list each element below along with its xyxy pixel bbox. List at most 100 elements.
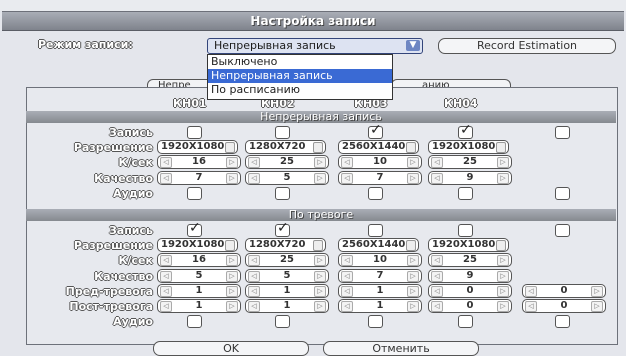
arrow-left-icon[interactable]: ◁ bbox=[160, 285, 172, 297]
section2-audio-checkbox[interactable] bbox=[368, 315, 383, 329]
arrow-left-icon[interactable]: ◁ bbox=[341, 285, 353, 297]
arrow-left-icon[interactable]: ◁ bbox=[431, 301, 443, 312]
arrow-left-icon[interactable]: ◁ bbox=[160, 255, 172, 267]
dropdown-option-off[interactable]: Выключено bbox=[208, 55, 392, 69]
section1-record-all-checkbox[interactable] bbox=[555, 126, 570, 139]
chevron-down-icon[interactable] bbox=[406, 142, 416, 154]
section2-fps-spinner[interactable]: ◁ 16 ▷ bbox=[157, 253, 241, 268]
arrow-right-icon[interactable]: ▷ bbox=[314, 255, 326, 267]
arrow-left-icon[interactable]: ◁ bbox=[248, 301, 260, 312]
arrow-right-icon[interactable]: ▷ bbox=[314, 172, 326, 184]
section2-fps-spinner[interactable]: ◁ 25 ▷ bbox=[428, 253, 512, 268]
arrow-left-icon[interactable]: ◁ bbox=[248, 255, 260, 267]
section1-quality-spinner[interactable]: ◁ 7 ▷ bbox=[157, 170, 241, 185]
arrow-right-icon[interactable]: ▷ bbox=[497, 301, 509, 312]
arrow-right-icon[interactable]: ▷ bbox=[314, 270, 326, 282]
chevron-down-icon[interactable] bbox=[225, 142, 235, 154]
section1-record-checkbox[interactable] bbox=[458, 122, 473, 139]
arrow-left-icon[interactable]: ◁ bbox=[248, 157, 260, 169]
arrow-left-icon[interactable]: ◁ bbox=[248, 270, 260, 282]
section2-quality-spinner[interactable]: ◁ 7 ▷ bbox=[338, 268, 422, 283]
arrow-right-icon[interactable]: ▷ bbox=[497, 270, 509, 282]
arrow-left-icon[interactable]: ◁ bbox=[525, 301, 537, 312]
arrow-right-icon[interactable]: ▷ bbox=[314, 157, 326, 169]
arrow-left-icon[interactable]: ◁ bbox=[160, 157, 172, 169]
arrow-left-icon[interactable]: ◁ bbox=[341, 255, 353, 267]
section1-resolution-select[interactable]: 1920X1080 bbox=[157, 140, 238, 155]
arrow-right-icon[interactable]: ▷ bbox=[407, 157, 419, 169]
arrow-right-icon[interactable]: ▷ bbox=[497, 172, 509, 184]
arrow-right-icon[interactable]: ▷ bbox=[407, 172, 419, 184]
arrow-left-icon[interactable]: ◁ bbox=[431, 270, 443, 282]
section2-pre-spinner[interactable]: ◁ 1 ▷ bbox=[157, 283, 241, 298]
arrow-right-icon[interactable]: ▷ bbox=[497, 285, 509, 297]
chevron-down-icon[interactable] bbox=[225, 240, 235, 252]
arrow-right-icon[interactable]: ▷ bbox=[226, 301, 238, 312]
section2-quality-spinner[interactable]: ◁ 9 ▷ bbox=[428, 268, 512, 283]
section1-fps-spinner[interactable]: ◁ 16 ▷ bbox=[157, 155, 241, 170]
arrow-left-icon[interactable]: ◁ bbox=[431, 157, 443, 169]
arrow-right-icon[interactable]: ▷ bbox=[407, 285, 419, 297]
arrow-right-icon[interactable]: ▷ bbox=[591, 301, 603, 312]
section2-record-checkbox[interactable] bbox=[187, 220, 202, 237]
section2-resolution-select[interactable]: 1920X1080 bbox=[157, 238, 238, 253]
section1-audio-checkbox[interactable] bbox=[368, 186, 383, 200]
section2-record-checkbox[interactable] bbox=[275, 220, 290, 237]
section1-resolution-select[interactable]: 2560X1440 bbox=[338, 140, 419, 155]
section1-quality-spinner[interactable]: ◁ 7 ▷ bbox=[338, 170, 422, 185]
arrow-left-icon[interactable]: ◁ bbox=[160, 172, 172, 184]
arrow-left-icon[interactable]: ◁ bbox=[160, 301, 172, 312]
chevron-down-icon[interactable] bbox=[406, 240, 416, 252]
arrow-left-icon[interactable]: ◁ bbox=[431, 172, 443, 184]
chevron-down-icon[interactable] bbox=[496, 240, 506, 252]
section2-pre-spinner[interactable]: ◁ 1 ▷ bbox=[338, 283, 422, 298]
cancel-button[interactable]: Отменить bbox=[323, 341, 479, 356]
section2-fps-spinner[interactable]: ◁ 25 ▷ bbox=[245, 253, 329, 268]
record-mode-select[interactable]: Непрерывная запись ▼ bbox=[207, 38, 423, 54]
arrow-left-icon[interactable]: ◁ bbox=[160, 270, 172, 282]
section2-resolution-select[interactable]: 1920X1080 bbox=[428, 238, 509, 253]
section1-resolution-select[interactable]: 1920X1080 bbox=[428, 140, 509, 155]
section2-record-all-checkbox[interactable] bbox=[555, 224, 570, 237]
arrow-left-icon[interactable]: ◁ bbox=[341, 172, 353, 184]
section1-record-checkbox[interactable] bbox=[187, 126, 202, 139]
arrow-right-icon[interactable]: ▷ bbox=[226, 157, 238, 169]
section2-record-checkbox[interactable] bbox=[368, 224, 383, 237]
section1-audio-checkbox[interactable] bbox=[187, 186, 202, 200]
section1-quality-spinner[interactable]: ◁ 9 ▷ bbox=[428, 170, 512, 185]
section1-audio-all-checkbox[interactable] bbox=[555, 186, 570, 200]
chevron-down-icon[interactable]: ▼ bbox=[406, 40, 420, 51]
section2-resolution-select[interactable]: 2560X1440 bbox=[338, 238, 419, 253]
section1-record-checkbox[interactable] bbox=[275, 126, 290, 139]
section1-quality-spinner[interactable]: ◁ 5 ▷ bbox=[245, 170, 329, 185]
arrow-right-icon[interactable]: ▷ bbox=[407, 270, 419, 282]
arrow-left-icon[interactable]: ◁ bbox=[525, 285, 537, 297]
arrow-left-icon[interactable]: ◁ bbox=[431, 285, 443, 297]
section2-resolution-select[interactable]: 1280X720 bbox=[245, 238, 326, 253]
dropdown-option-continuous[interactable]: Непрерывная запись bbox=[208, 69, 392, 83]
arrow-left-icon[interactable]: ◁ bbox=[248, 285, 260, 297]
ok-button[interactable]: OK bbox=[153, 341, 309, 356]
section2-audio-checkbox[interactable] bbox=[187, 315, 202, 329]
section1-fps-spinner[interactable]: ◁ 25 ▷ bbox=[245, 155, 329, 170]
section2-record-checkbox[interactable] bbox=[458, 224, 473, 237]
section1-audio-checkbox[interactable] bbox=[275, 186, 290, 200]
section2-post-spinner[interactable]: ◁ 1 ▷ bbox=[338, 299, 422, 313]
arrow-right-icon[interactable]: ▷ bbox=[226, 285, 238, 297]
chevron-down-icon[interactable] bbox=[313, 240, 323, 252]
section2-post-all-spinner[interactable]: ◁ 0 ▷ bbox=[522, 299, 606, 313]
arrow-right-icon[interactable]: ▷ bbox=[497, 157, 509, 169]
arrow-right-icon[interactable]: ▷ bbox=[226, 172, 238, 184]
arrow-right-icon[interactable]: ▷ bbox=[591, 285, 603, 297]
section2-pre-spinner[interactable]: ◁ 1 ▷ bbox=[245, 283, 329, 298]
arrow-right-icon[interactable]: ▷ bbox=[497, 255, 509, 267]
section2-pre-all-spinner[interactable]: ◁ 0 ▷ bbox=[522, 283, 606, 298]
section1-resolution-select[interactable]: 1280X720 bbox=[245, 140, 326, 155]
arrow-right-icon[interactable]: ▷ bbox=[226, 270, 238, 282]
arrow-right-icon[interactable]: ▷ bbox=[226, 255, 238, 267]
arrow-right-icon[interactable]: ▷ bbox=[314, 285, 326, 297]
arrow-right-icon[interactable]: ▷ bbox=[314, 301, 326, 312]
section2-post-spinner[interactable]: ◁ 1 ▷ bbox=[245, 299, 329, 313]
arrow-right-icon[interactable]: ▷ bbox=[407, 255, 419, 267]
record-estimation-button[interactable]: Record Estimation bbox=[438, 38, 616, 54]
